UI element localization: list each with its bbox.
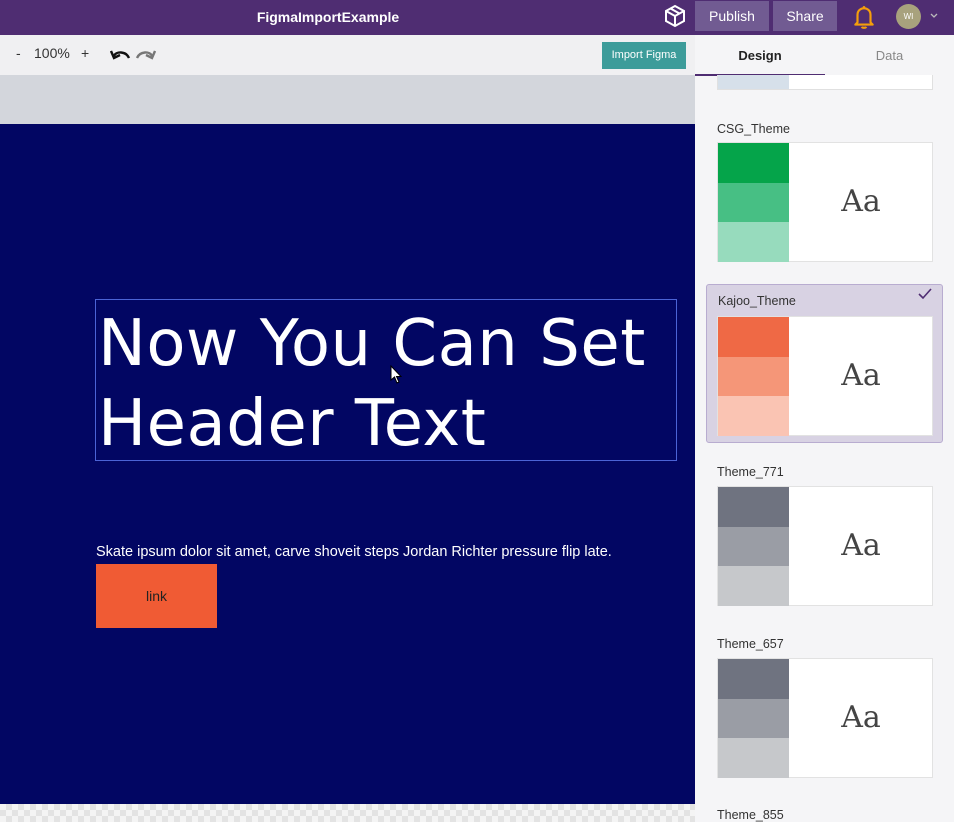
- redo-icon[interactable]: [134, 48, 156, 64]
- publish-button[interactable]: Publish: [695, 1, 769, 31]
- chevron-down-icon[interactable]: [929, 10, 939, 20]
- theme-name: Theme_771: [717, 465, 784, 479]
- theme-card-partial[interactable]: [717, 75, 933, 90]
- color-swatch: [718, 487, 789, 527]
- bell-icon[interactable]: [851, 4, 877, 30]
- header-text-block[interactable]: Now You Can Set Header Text: [95, 299, 677, 461]
- mouse-cursor-icon: [390, 365, 402, 384]
- theme-item-kajoo[interactable]: Kajoo_Theme Aa: [706, 284, 943, 443]
- color-swatch: [718, 527, 789, 567]
- import-figma-button[interactable]: Import Figma: [602, 42, 686, 69]
- theme-item-csg[interactable]: CSG_Theme Aa: [706, 121, 943, 266]
- theme-name: CSG_Theme: [717, 122, 790, 136]
- color-swatch: [718, 659, 789, 699]
- theme-card[interactable]: Aa: [717, 142, 933, 262]
- color-swatch: [718, 143, 789, 183]
- theme-name: Theme_855: [717, 808, 784, 822]
- header-line-1: Now You Can Set: [98, 307, 646, 381]
- zoom-level: 100%: [34, 45, 70, 61]
- zoom-out-button[interactable]: -: [16, 45, 21, 61]
- font-sample: Aa: [841, 700, 881, 735]
- color-swatch: [718, 699, 789, 739]
- color-swatch: [718, 738, 789, 778]
- theme-card[interactable]: Aa: [717, 658, 933, 778]
- color-swatch: [718, 317, 789, 357]
- zoom-in-button[interactable]: +: [81, 45, 89, 61]
- canvas-transparent-area: [0, 804, 695, 822]
- tab-data[interactable]: Data: [825, 35, 954, 75]
- font-sample: Aa: [841, 358, 881, 393]
- theme-card[interactable]: Aa: [717, 316, 933, 436]
- design-canvas[interactable]: Now You Can Set Header Text Skate ipsum …: [0, 124, 695, 804]
- header-line-2: Header Text: [98, 387, 487, 461]
- app-title: FigmaImportExample: [256, 9, 400, 25]
- top-bar: FigmaImportExample Publish Share WI: [0, 0, 954, 35]
- editor-toolbar: - 100% + Import Figma: [0, 35, 695, 75]
- share-button[interactable]: Share: [773, 1, 837, 31]
- undo-icon[interactable]: [110, 48, 132, 64]
- theme-card[interactable]: Aa: [717, 486, 933, 606]
- sidebar-tabs: Design Data: [695, 35, 954, 76]
- theme-name: Theme_657: [717, 637, 784, 651]
- tab-design[interactable]: Design: [695, 35, 825, 75]
- header-text[interactable]: Now You Can Set Header Text: [98, 304, 646, 464]
- canvas-margin: [0, 75, 695, 124]
- cube-icon[interactable]: [663, 4, 687, 28]
- link-button[interactable]: link: [96, 564, 217, 628]
- font-sample: Aa: [841, 528, 881, 563]
- color-swatch: [718, 566, 789, 606]
- color-swatch: [718, 183, 789, 223]
- theme-item-657[interactable]: Theme_657 Aa: [706, 637, 943, 782]
- avatar[interactable]: WI: [896, 4, 921, 29]
- font-sample: Aa: [841, 184, 881, 219]
- color-swatch: [718, 396, 789, 436]
- body-text[interactable]: Skate ipsum dolor sit amet, carve shovei…: [96, 544, 612, 560]
- theme-name: Kajoo_Theme: [718, 294, 796, 308]
- check-icon: [918, 288, 932, 300]
- theme-item-771[interactable]: Theme_771 Aa: [706, 465, 943, 610]
- color-swatch: [718, 222, 789, 262]
- theme-item-855[interactable]: Theme_855: [706, 808, 943, 822]
- color-swatch: [718, 75, 789, 89]
- properties-sidebar: Design Data CSG_Theme Aa Kajoo_Theme Aa …: [695, 35, 954, 822]
- color-swatch: [718, 357, 789, 397]
